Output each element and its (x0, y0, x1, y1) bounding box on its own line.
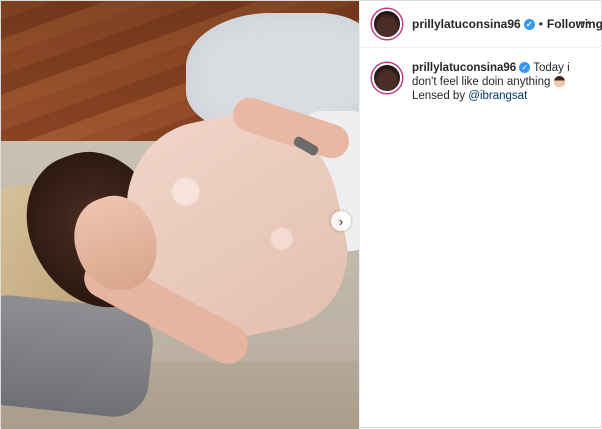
header-username[interactable]: prillylatuconsina96 ✓ (412, 17, 535, 31)
instagram-post: › prillylatuconsina96 ✓ • Following ··· p… (0, 0, 602, 429)
woman-emoji-icon (553, 76, 565, 88)
avatar[interactable] (372, 9, 402, 39)
caption-text: prillylatuconsina96 ✓ Today i don't feel … (412, 61, 597, 103)
caption-block: prillylatuconsina96 ✓ Today i don't feel … (360, 61, 602, 103)
separator-dot: • (538, 17, 543, 31)
post-header: prillylatuconsina96 ✓ • Following ··· (360, 1, 602, 48)
verified-badge-icon: ✓ (519, 62, 531, 74)
caption-username[interactable]: prillylatuconsina96 (412, 62, 516, 74)
more-options-icon[interactable]: ··· (575, 14, 592, 30)
verified-badge-icon: ✓ (523, 19, 535, 31)
chevron-right-icon: › (338, 213, 344, 229)
post-photo[interactable]: › (1, 1, 359, 429)
lensed-by-label: Lensed by (412, 90, 466, 102)
photographer-mention-link[interactable]: @ibrangsat (468, 90, 527, 102)
post-sidebar: prillylatuconsina96 ✓ • Following ··· pri… (359, 1, 602, 429)
next-photo-button[interactable]: › (331, 211, 351, 231)
caption-avatar[interactable] (372, 63, 402, 93)
